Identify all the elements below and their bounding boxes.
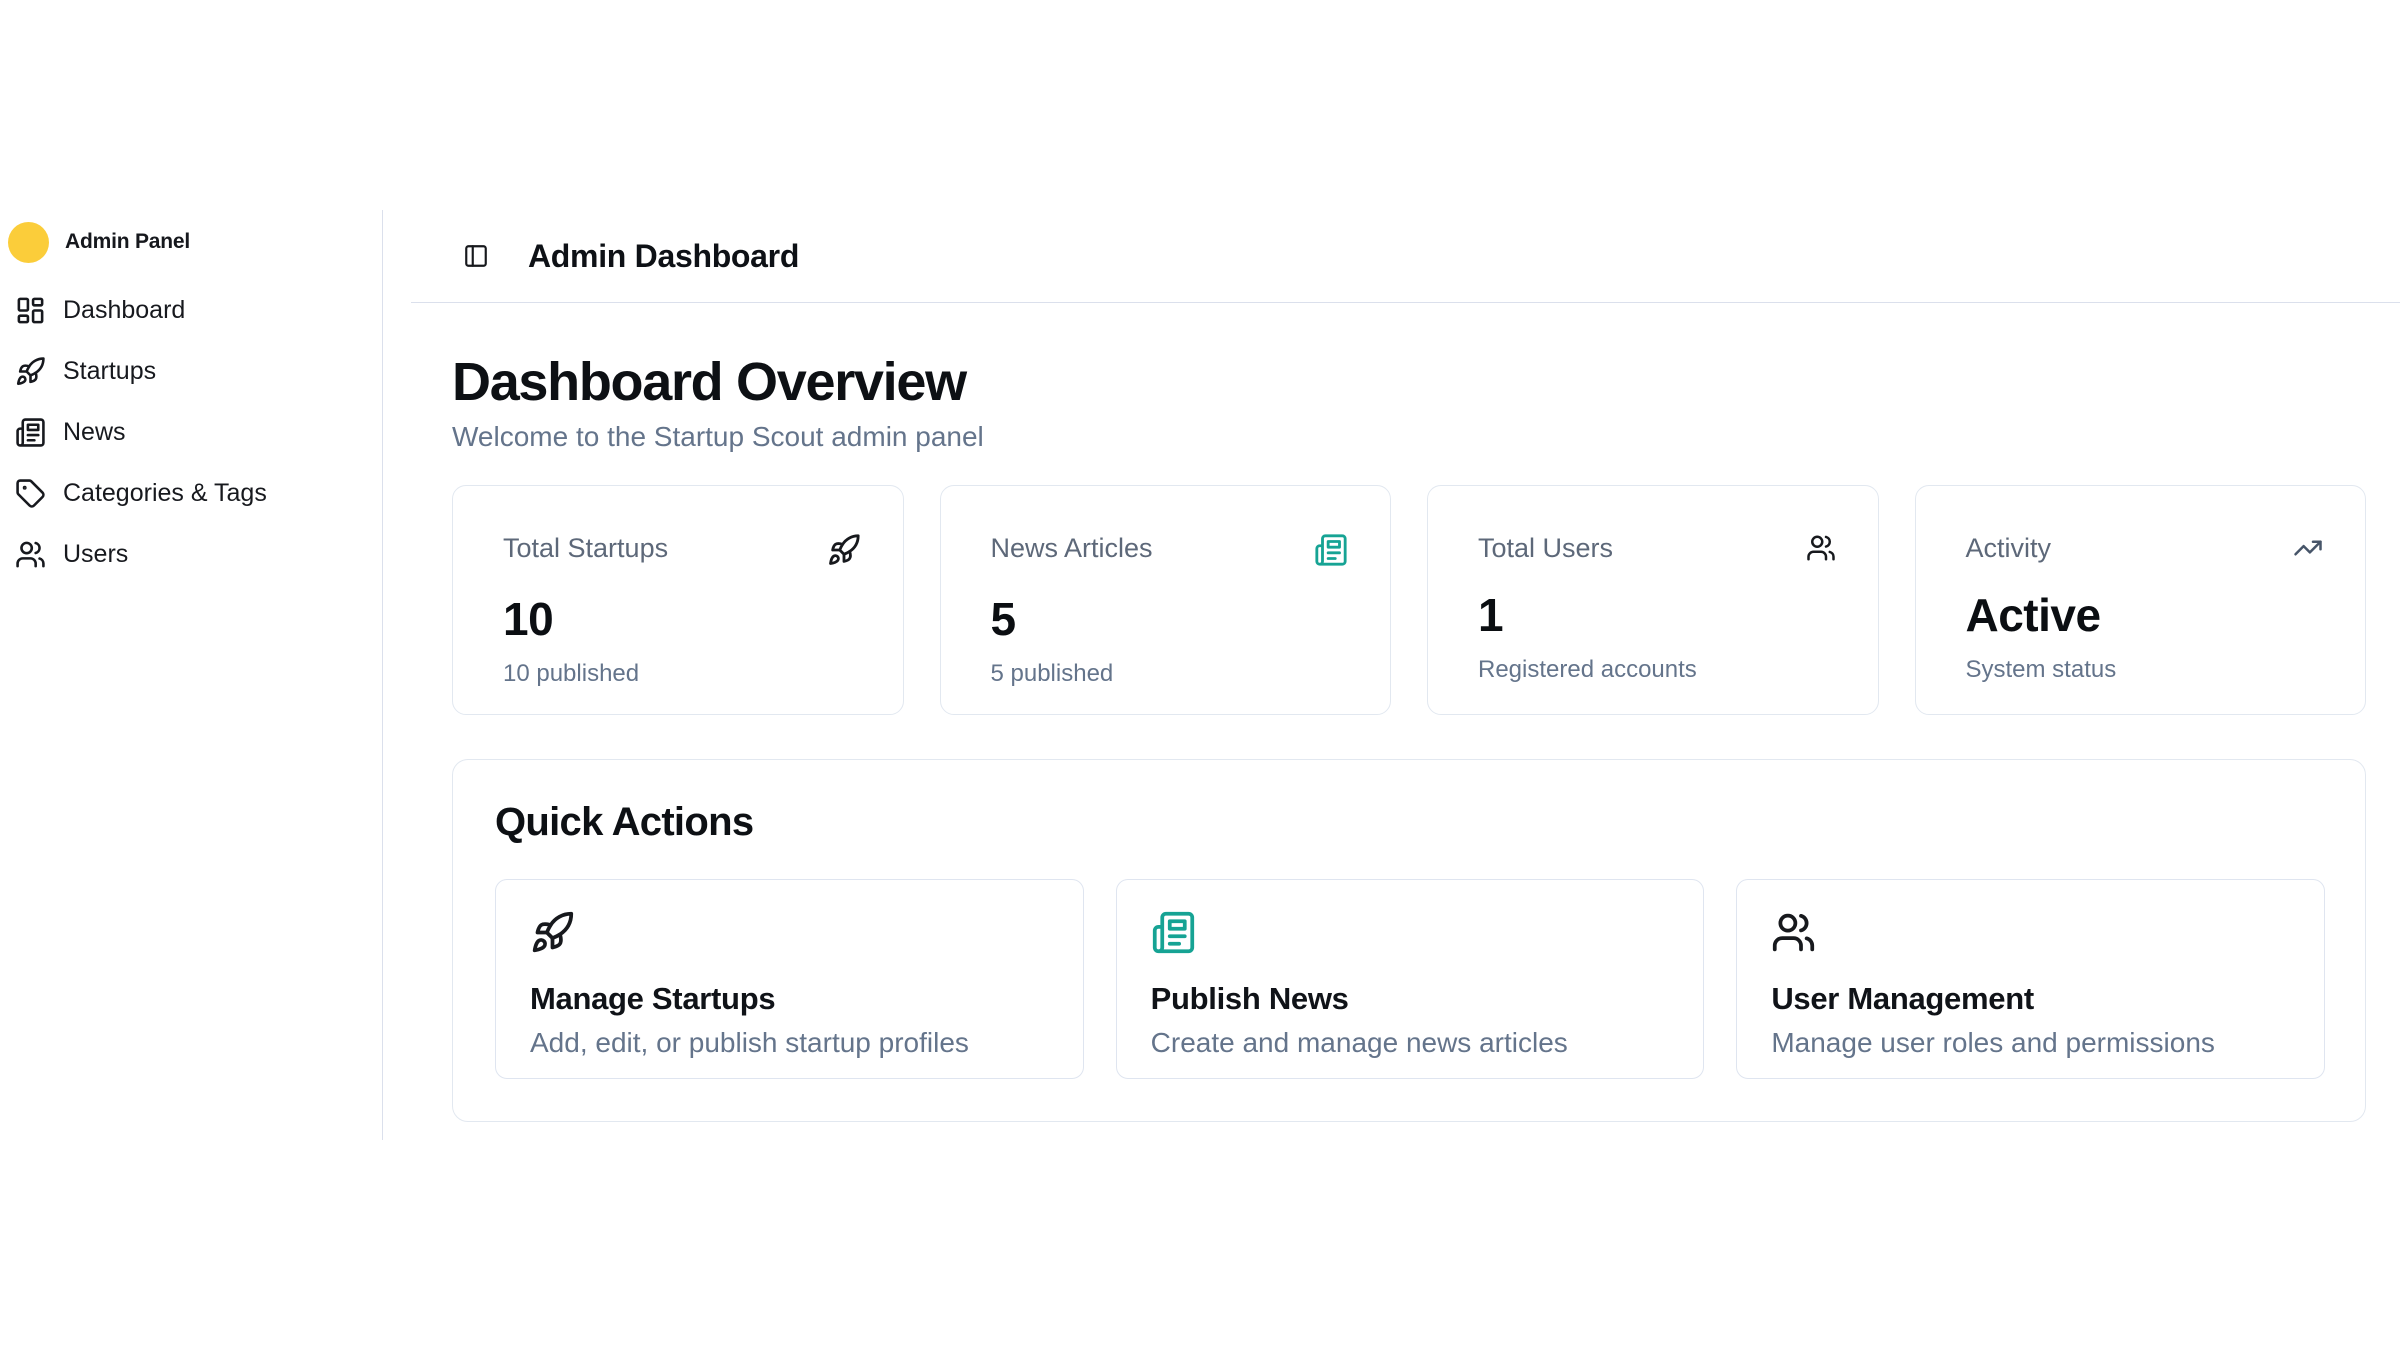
sidebar-item-label: Dashboard: [63, 296, 185, 325]
rocket-icon: [15, 356, 46, 387]
stat-value: 1: [1478, 588, 1836, 642]
layout-dashboard-icon: [15, 295, 46, 326]
page-title: Admin Dashboard: [528, 238, 799, 275]
users-icon: [15, 539, 46, 570]
quick-actions-grid: Manage Startups Add, edit, or publish st…: [495, 879, 2325, 1079]
tag-icon: [15, 478, 46, 509]
stat-sub: Registered accounts: [1478, 656, 1836, 684]
users-icon: [1806, 533, 1836, 568]
overview-title: Dashboard Overview: [452, 353, 2366, 412]
main-area: Admin Dashboard Dashboard Overview Welco…: [383, 210, 2400, 1140]
brand-logo-circle: [8, 222, 49, 263]
rocket-icon: [530, 942, 575, 959]
stat-sub: 5 published: [991, 660, 1349, 688]
newspaper-icon: [15, 417, 46, 448]
overview-subtitle: Welcome to the Startup Scout admin panel: [452, 421, 2366, 453]
action-title: Manage Startups: [530, 981, 1049, 1017]
trending-up-icon: [2293, 533, 2323, 568]
users-icon: [1771, 942, 1816, 959]
sidebar-item-users[interactable]: Users: [0, 524, 382, 585]
stat-value: 10: [503, 592, 861, 646]
panel-left-icon: [463, 243, 489, 269]
sidebar-item-dashboard[interactable]: Dashboard: [0, 280, 382, 341]
stat-label: News Articles: [991, 533, 1153, 564]
sidebar-toggle-button[interactable]: [463, 243, 489, 269]
stat-value: 5: [991, 592, 1349, 646]
action-subtitle: Create and manage news articles: [1151, 1027, 1670, 1059]
sidebar-nav: Dashboard Startups News Categories & Tag…: [0, 280, 382, 585]
sidebar-item-label: Users: [63, 540, 128, 569]
stat-card-total-users: Total Users 1 Registered accounts: [1427, 485, 1879, 715]
brand[interactable]: Admin Panel: [0, 214, 382, 270]
quick-actions-title: Quick Actions: [495, 800, 2325, 845]
rocket-icon: [827, 533, 861, 572]
stat-value: Active: [1966, 588, 2324, 642]
stat-sub: 10 published: [503, 660, 861, 688]
brand-name: Admin Panel: [65, 230, 190, 254]
dashboard-content: Dashboard Overview Welcome to the Startu…: [383, 303, 2400, 1122]
action-title: Publish News: [1151, 981, 1670, 1017]
action-card-manage-startups[interactable]: Manage Startups Add, edit, or publish st…: [495, 879, 1084, 1079]
stat-label: Total Users: [1478, 533, 1613, 564]
action-title: User Management: [1771, 981, 2290, 1017]
sidebar-item-label: Startups: [63, 357, 156, 386]
sidebar-item-startups[interactable]: Startups: [0, 341, 382, 402]
stat-sub: System status: [1966, 656, 2324, 684]
action-subtitle: Manage user roles and permissions: [1771, 1027, 2290, 1059]
stats-grid: Total Startups 10 10 published News Arti…: [452, 485, 2366, 715]
action-card-user-management[interactable]: User Management Manage user roles and pe…: [1736, 879, 2325, 1079]
sidebar: Admin Panel Dashboard Startups News Cate…: [0, 210, 383, 1140]
sidebar-item-label: Categories & Tags: [63, 479, 267, 508]
sidebar-item-categories-tags[interactable]: Categories & Tags: [0, 463, 382, 524]
sidebar-item-label: News: [63, 418, 126, 447]
stat-card-total-startups: Total Startups 10 10 published: [452, 485, 904, 715]
newspaper-icon: [1151, 942, 1196, 959]
stat-label: Total Startups: [503, 533, 668, 564]
stat-label: Activity: [1966, 533, 2052, 564]
action-subtitle: Add, edit, or publish startup profiles: [530, 1027, 1049, 1059]
action-card-publish-news[interactable]: Publish News Create and manage news arti…: [1116, 879, 1705, 1079]
quick-actions-card: Quick Actions Manage Startups Add, edit,…: [452, 759, 2366, 1122]
stat-card-news-articles: News Articles 5 5 published: [940, 485, 1392, 715]
app-root: Admin Panel Dashboard Startups News Cate…: [0, 210, 2400, 1140]
sidebar-item-news[interactable]: News: [0, 402, 382, 463]
topbar: Admin Dashboard: [411, 210, 2400, 303]
newspaper-icon: [1314, 533, 1348, 572]
stat-card-activity: Activity Active System status: [1915, 485, 2367, 715]
